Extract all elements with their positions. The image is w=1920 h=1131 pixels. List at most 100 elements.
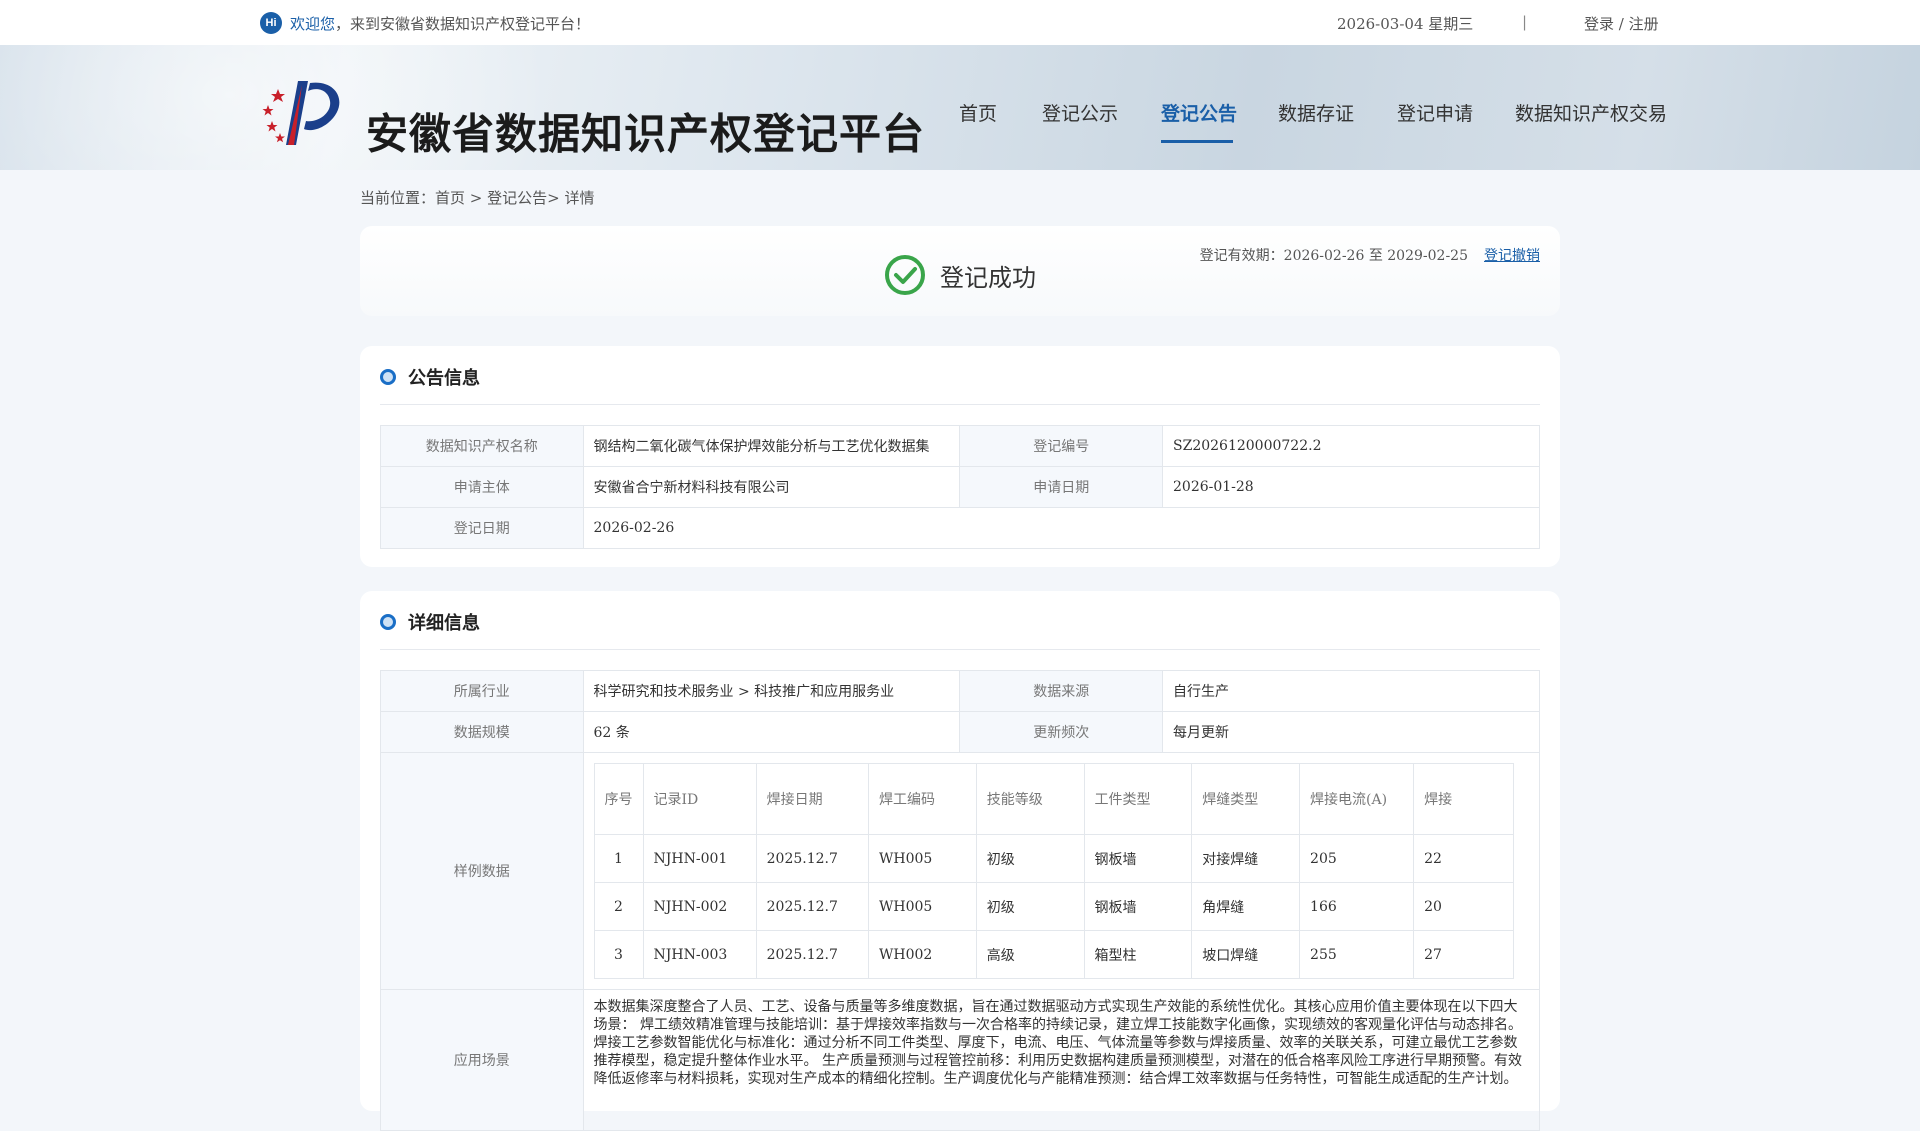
detail-card: 详细信息 所属行业 科学研究和技术服务业 > 科技推广和应用服务业 数据来源 自… bbox=[360, 591, 1560, 1131]
sample-col-header: 序号 bbox=[593, 763, 644, 835]
sample-cell: WH002 bbox=[867, 930, 977, 979]
sample-row: 2 NJHN-002 2025.12.7 WH005 初级 钢板墙 角焊缝 16… bbox=[593, 882, 1514, 931]
nav-active-indicator bbox=[1161, 140, 1233, 143]
table-row: 样例数据 序号 记录ID 焊接日期 焊工编码 技能等级 工件类型 焊缝类型 焊接… bbox=[380, 752, 1541, 990]
success-status: 登记成功 bbox=[884, 254, 1036, 296]
nav-data-evidence[interactable]: 数据存证 bbox=[1278, 99, 1354, 126]
main-nav: 首页 登记公示 登记公告 数据存证 登记申请 数据知识产权交易 bbox=[0, 45, 1920, 170]
usage-text: 本数据集深度整合了人员、工艺、设备与质量等多维度数据，旨在通过数据驱动方式实现生… bbox=[582, 989, 1541, 1131]
reg-no-value: SZ2026120000722.2 bbox=[1162, 425, 1540, 467]
validity-period: 登记有效期：2026-02-26 至 2029-02-25 bbox=[1199, 248, 1468, 264]
sample-cell: 2025.12.7 bbox=[755, 882, 869, 931]
sample-cell: 钢板墙 bbox=[1083, 882, 1193, 931]
sample-cell: 坡口焊缝 bbox=[1191, 930, 1301, 979]
table-row: 数据规模 62 条 更新频次 每月更新 bbox=[380, 711, 1540, 753]
sample-cell: WH005 bbox=[867, 882, 977, 931]
section-bullet-icon bbox=[380, 614, 396, 630]
apply-date-label: 申请日期 bbox=[959, 466, 1163, 508]
detail-title: 详细信息 bbox=[408, 613, 480, 634]
nav-registration-announcement[interactable]: 登记公告 bbox=[1161, 99, 1237, 126]
sample-cell: 序号 记录ID 焊接日期 焊工编码 技能等级 工件类型 焊缝类型 焊接电流(A)… bbox=[582, 752, 1541, 990]
sample-cell: 2 bbox=[593, 882, 644, 931]
sample-cell: 20 bbox=[1413, 882, 1514, 931]
sample-cell: NJHN-002 bbox=[642, 882, 757, 931]
applicant-value: 安徽省合宁新材料科技有限公司 bbox=[582, 466, 961, 508]
industry-value: 科学研究和技术服务业 > 科技推广和应用服务业 bbox=[582, 670, 961, 712]
scale-label: 数据规模 bbox=[380, 711, 584, 753]
sample-header-row: 序号 记录ID 焊接日期 焊工编码 技能等级 工件类型 焊缝类型 焊接电流(A)… bbox=[593, 763, 1514, 835]
announcement-table: 数据知识产权名称 钢结构二氧化碳气体保护焊效能分析与工艺优化数据集 登记编号 S… bbox=[380, 425, 1541, 549]
announcement-section-title: 公告信息 bbox=[380, 364, 480, 390]
success-check-icon bbox=[885, 255, 925, 295]
industry-label: 所属行业 bbox=[380, 670, 584, 712]
nav-registration-publicity[interactable]: 登记公示 bbox=[1042, 99, 1118, 126]
sample-cell: 初级 bbox=[975, 882, 1085, 931]
breadcrumb: 当前位置：首页 > 登记公告> 详情 bbox=[360, 189, 595, 207]
sample-cell: NJHN-001 bbox=[642, 834, 757, 883]
sample-cell: 箱型柱 bbox=[1083, 930, 1193, 979]
sample-col-header: 焊接电流(A) bbox=[1299, 763, 1415, 835]
detail-table: 所属行业 科学研究和技术服务业 > 科技推广和应用服务业 数据来源 自行生产 数… bbox=[380, 670, 1541, 1131]
sample-cell: 钢板墙 bbox=[1083, 834, 1193, 883]
table-row: 应用场景 本数据集深度整合了人员、工艺、设备与质量等多维度数据，旨在通过数据驱动… bbox=[380, 989, 1541, 1131]
freq-value: 每月更新 bbox=[1162, 711, 1540, 753]
sample-col-header: 技能等级 bbox=[975, 763, 1085, 835]
table-row: 所属行业 科学研究和技术服务业 > 科技推广和应用服务业 数据来源 自行生产 bbox=[380, 670, 1540, 712]
sample-col-header: 记录ID bbox=[642, 763, 757, 835]
name-label: 数据知识产权名称 bbox=[380, 425, 584, 467]
login-register-link[interactable]: 登录 / 注册 bbox=[1584, 13, 1659, 34]
sample-cell: 22 bbox=[1413, 834, 1514, 883]
name-value: 钢结构二氧化碳气体保护焊效能分析与工艺优化数据集 bbox=[582, 425, 961, 467]
topbar-separator: | bbox=[1522, 13, 1528, 31]
sample-table: 序号 记录ID 焊接日期 焊工编码 技能等级 工件类型 焊缝类型 焊接电流(A)… bbox=[593, 763, 1514, 979]
current-date: 2026-03-04 星期三 bbox=[1337, 15, 1474, 33]
table-row: 数据知识产权名称 钢结构二氧化碳气体保护焊效能分析与工艺优化数据集 登记编号 S… bbox=[380, 425, 1540, 467]
sample-cell: NJHN-003 bbox=[642, 930, 757, 979]
section-divider bbox=[380, 649, 1540, 650]
site-header: 安徽省数据知识产权登记平台 首页 登记公示 登记公告 数据存证 登记申请 数据知… bbox=[0, 45, 1920, 170]
sample-cell: 对接焊缝 bbox=[1191, 834, 1301, 883]
table-row: 登记日期 2026-02-26 bbox=[380, 507, 1541, 549]
sample-col-header: 焊接 bbox=[1413, 763, 1514, 835]
announcement-card: 公告信息 数据知识产权名称 钢结构二氧化碳气体保护焊效能分析与工艺优化数据集 登… bbox=[360, 346, 1560, 567]
reg-no-label: 登记编号 bbox=[959, 425, 1163, 467]
sample-col-header: 工件类型 bbox=[1083, 763, 1193, 835]
sample-row: 1 NJHN-001 2025.12.7 WH005 初级 钢板墙 对接焊缝 2… bbox=[593, 834, 1514, 883]
welcome-rest: ，来到安徽省数据知识产权登记平台！ bbox=[335, 14, 591, 33]
sample-label: 样例数据 bbox=[380, 752, 584, 990]
sample-cell: 1 bbox=[593, 834, 644, 883]
hi-icon: Hi bbox=[260, 12, 282, 34]
welcome-highlight: 欢迎您 bbox=[290, 14, 336, 33]
nav-home[interactable]: 首页 bbox=[959, 99, 997, 126]
welcome-text: 欢迎您，来到安徽省数据知识产权登记平台！ bbox=[290, 13, 590, 34]
sample-cell: 初级 bbox=[975, 834, 1085, 883]
sample-cell: 166 bbox=[1299, 882, 1415, 931]
usage-label: 应用场景 bbox=[380, 989, 584, 1131]
source-label: 数据来源 bbox=[959, 670, 1163, 712]
nav-data-ip-trade[interactable]: 数据知识产权交易 bbox=[1515, 99, 1667, 126]
section-divider bbox=[380, 404, 1540, 405]
reg-date-value: 2026-02-26 bbox=[582, 507, 1541, 549]
source-value: 自行生产 bbox=[1162, 670, 1540, 712]
sample-cell: 2025.12.7 bbox=[755, 834, 869, 883]
success-text: 登记成功 bbox=[940, 263, 1036, 292]
freq-label: 更新频次 bbox=[959, 711, 1163, 753]
apply-date-value: 2026-01-28 bbox=[1162, 466, 1540, 508]
sample-table-scroll[interactable]: 序号 记录ID 焊接日期 焊工编码 技能等级 工件类型 焊缝类型 焊接电流(A)… bbox=[593, 763, 1514, 979]
sample-col-header: 焊缝类型 bbox=[1191, 763, 1301, 835]
sample-col-header: 焊工编码 bbox=[867, 763, 977, 835]
announcement-title: 公告信息 bbox=[408, 368, 480, 389]
revoke-registration-link[interactable]: 登记撤销 bbox=[1484, 245, 1560, 265]
detail-section-title: 详细信息 bbox=[380, 609, 480, 635]
nav-registration-apply[interactable]: 登记申请 bbox=[1397, 99, 1473, 126]
scale-value: 62 条 bbox=[582, 711, 961, 753]
sample-col-header: 焊接日期 bbox=[755, 763, 869, 835]
sample-cell: WH005 bbox=[867, 834, 977, 883]
sample-cell: 255 bbox=[1299, 930, 1415, 979]
sample-cell: 3 bbox=[593, 930, 644, 979]
status-card: 登记成功 登记有效期：2026-02-26 至 2029-02-25 登记撤销 bbox=[360, 226, 1560, 316]
sample-cell: 205 bbox=[1299, 834, 1415, 883]
table-row: 申请主体 安徽省合宁新材料科技有限公司 申请日期 2026-01-28 bbox=[380, 466, 1540, 508]
applicant-label: 申请主体 bbox=[380, 466, 584, 508]
sample-cell: 角焊缝 bbox=[1191, 882, 1301, 931]
